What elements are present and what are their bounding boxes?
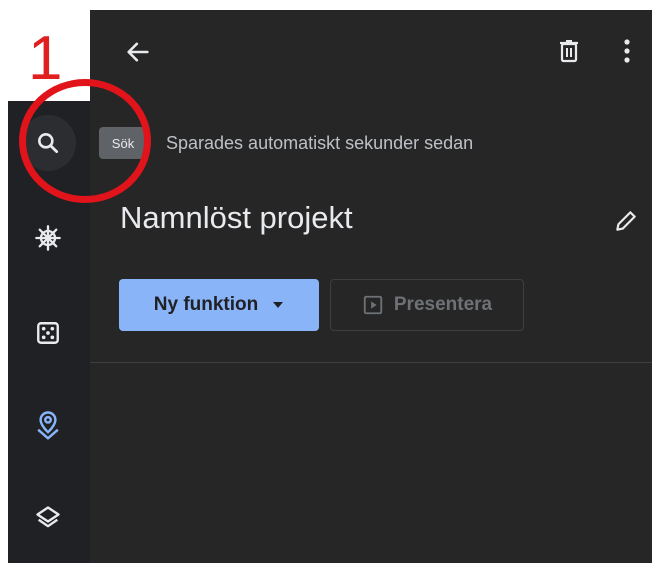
pencil-icon [616, 211, 636, 231]
search-icon [38, 133, 59, 154]
sidebar-item-projects[interactable] [20, 398, 76, 454]
sidebar-item-dice[interactable] [20, 305, 76, 361]
sidebar-item-wheel[interactable] [20, 210, 76, 266]
dice-icon [37, 322, 59, 344]
delete-project-button[interactable] [552, 34, 586, 68]
sidebar-item-search[interactable] [20, 115, 76, 171]
layers-icon [36, 506, 60, 528]
edit-title-button[interactable] [608, 203, 644, 239]
present-label: Presentera [393, 294, 493, 315]
step-badge: 1 [8, 10, 90, 101]
new-feature-button[interactable]: Ny funktion [119, 279, 319, 331]
panel-divider [90, 362, 652, 363]
ship-wheel-icon [35, 225, 61, 251]
more-options-button[interactable] [612, 34, 642, 68]
sidebar-item-layers[interactable] [20, 490, 76, 546]
autosave-status: Sparades automatiskt sekunder sedan [166, 133, 474, 153]
new-feature-label: Ny funktion [153, 294, 259, 315]
trash-icon [560, 40, 578, 63]
arrow-left-icon [127, 42, 149, 62]
back-button[interactable] [120, 34, 156, 70]
step-number: 1 [28, 24, 63, 93]
present-button[interactable]: Presentera [330, 279, 524, 331]
search-tooltip: Sök [99, 127, 147, 159]
play-box-icon [363, 295, 383, 315]
map-pin-icon [37, 411, 59, 440]
more-vert-icon [624, 39, 630, 63]
caret-down-icon [273, 302, 284, 308]
project-title[interactable]: Namnlöst projekt [120, 200, 353, 236]
